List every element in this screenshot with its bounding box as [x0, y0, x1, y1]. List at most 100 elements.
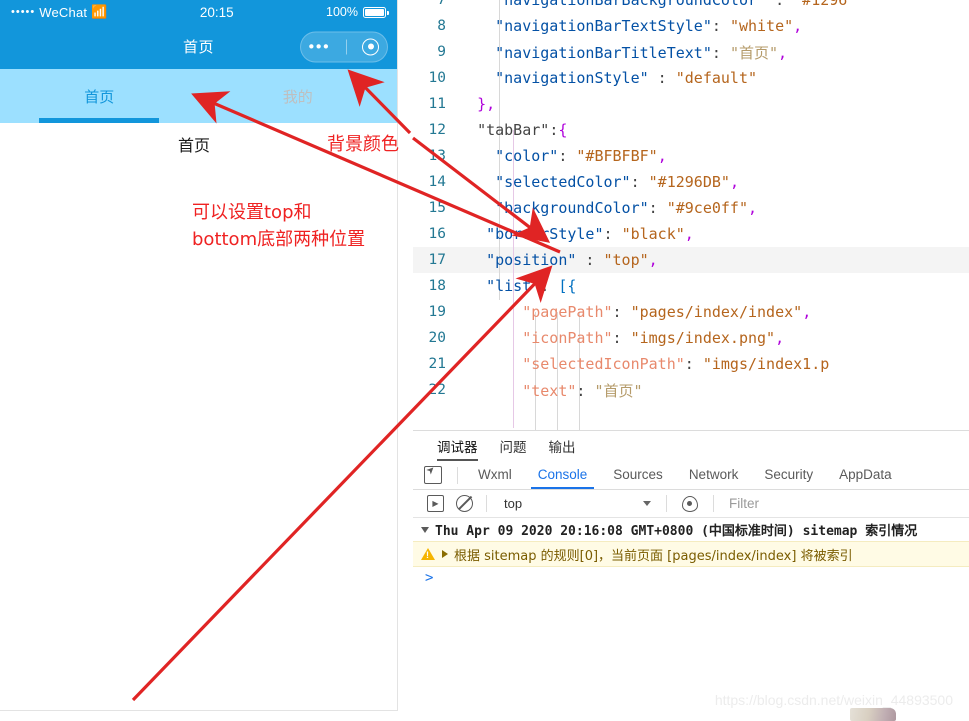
code-token: "tabBar"	[477, 121, 550, 139]
code-line-text: "navigationBarTextStyle": "white",	[459, 17, 802, 35]
code-token: ,	[793, 17, 803, 35]
console-context-value: top	[504, 496, 523, 511]
chevron-down-icon[interactable]	[643, 501, 651, 506]
code-token: ,	[684, 225, 694, 243]
carrier-label: WeChat	[39, 4, 88, 20]
console-sidebar-icon[interactable]: ▶	[427, 495, 444, 512]
code-line-text: "tabBar":{	[459, 121, 567, 139]
code-token: "首页"	[594, 381, 643, 400]
devtools-top-tabs[interactable]: 调试器 问题 输出	[413, 431, 969, 461]
position-note-line2: bottom底部两种位置	[192, 229, 366, 250]
code-line[interactable]: 10 "navigationStyle" : "default"	[413, 65, 969, 91]
code-line[interactable]: 11 },	[413, 91, 969, 117]
tab-security[interactable]: Security	[751, 462, 826, 488]
devtools-tab-output[interactable]: 输出	[549, 436, 576, 461]
code-token: :	[576, 251, 604, 269]
code-token: "首页"	[729, 43, 778, 62]
code-line[interactable]: 17 "position" : "top",	[413, 247, 969, 273]
target-circle-icon[interactable]	[362, 38, 380, 55]
clear-console-icon[interactable]	[456, 495, 473, 512]
code-token: :	[711, 43, 730, 62]
console-filter-input[interactable]: Filter	[721, 496, 759, 511]
console-group-row[interactable]: Thu Apr 09 2020 20:16:08 GMT+0800 (中国标准时…	[413, 518, 969, 541]
tab-wxml[interactable]: Wxml	[465, 462, 525, 488]
line-number: 14	[428, 174, 446, 190]
code-token: "pages/index/index"	[630, 303, 803, 321]
tabbar-item-label: 我的	[282, 88, 313, 106]
code-line-text: "text": "首页"	[459, 380, 643, 401]
code-token: "black"	[621, 225, 685, 243]
code-editor-panel[interactable]: 7 "navigationBarBackgroundColor" : "#129…	[413, 0, 969, 430]
tabbar-item-mine[interactable]: 我的	[199, 69, 398, 123]
code-token: :	[648, 199, 667, 217]
code-line[interactable]: 8 "navigationBarTextStyle": "white",	[413, 13, 969, 39]
code-token: "#BFBFBF"	[576, 147, 658, 165]
console-input-prompt[interactable]: >	[413, 567, 969, 589]
console-warning-row[interactable]: 根据 sitemap 的规则[0]，当前页面 [pages/index/inde…	[413, 541, 969, 567]
code-line-text: "selectedIconPath": "imgs/index1.p	[459, 355, 829, 373]
line-number: 17	[428, 252, 446, 268]
code-token: "imgs/index1.p	[702, 355, 830, 373]
code-token: "#1296	[793, 0, 848, 9]
devtools-panel-tabs[interactable]: Wxml Console Sources Network Security Ap…	[413, 461, 969, 490]
wechat-capsule-button[interactable]: •••	[300, 31, 388, 62]
live-expression-eye-icon[interactable]	[682, 495, 698, 512]
code-token: :	[648, 69, 676, 87]
thumbnail-image	[850, 708, 896, 721]
code-line[interactable]: 22 "text": "首页"	[413, 377, 969, 403]
code-lines-container[interactable]: 7 "navigationBarBackgroundColor" : "#129…	[413, 0, 969, 403]
code-line-text: "list": [{	[459, 277, 576, 295]
code-line[interactable]: 14 "selectedColor": "#1296DB",	[413, 169, 969, 195]
code-line-text: "navigationBarTitleText": "首页",	[459, 42, 787, 63]
code-token: :	[630, 173, 649, 191]
tab-console[interactable]: Console	[525, 462, 601, 489]
devtools-tab-debugger[interactable]: 调试器	[437, 436, 478, 461]
code-line[interactable]: 15 "backgroundColor": "#9ce0ff",	[413, 195, 969, 221]
inspect-element-icon[interactable]	[424, 466, 442, 484]
code-token: :	[766, 0, 794, 9]
code-line[interactable]: 21 "selectedIconPath": "imgs/index1.p	[413, 351, 969, 377]
code-token: },	[477, 95, 496, 113]
code-line[interactable]: 13 "color": "#BFBFBF",	[413, 143, 969, 169]
code-line[interactable]: 9 "navigationBarTitleText": "首页",	[413, 39, 969, 65]
toolbar-divider	[457, 466, 458, 484]
battery-full-icon	[363, 6, 389, 18]
code-line[interactable]: 18 "list": [{	[413, 273, 969, 299]
screenshot-root: ••••• WeChat 📶 20:15 100% 首页 ••• 首页 我的 首…	[0, 0, 969, 721]
more-dots-icon[interactable]: •••	[309, 39, 331, 54]
code-line[interactable]: 19 "pagePath": "pages/index/index",	[413, 299, 969, 325]
chevron-right-icon[interactable]	[442, 550, 448, 558]
code-line[interactable]: 12 "tabBar":{	[413, 117, 969, 143]
code-line-text: "color": "#BFBFBF",	[459, 147, 667, 165]
code-line[interactable]: 16 "borderStyle": "black",	[413, 221, 969, 247]
tab-network[interactable]: Network	[676, 462, 752, 488]
console-context-select[interactable]: top	[494, 496, 659, 511]
code-token: :	[711, 17, 730, 35]
code-token: "text"	[522, 381, 577, 400]
code-token: {	[558, 121, 568, 139]
code-token: ,	[802, 303, 812, 321]
tabbar-item-index[interactable]: 首页	[0, 69, 199, 123]
devtools-tab-problems[interactable]: 问题	[500, 436, 527, 461]
code-token: :	[684, 355, 703, 373]
code-token: "color"	[495, 147, 559, 165]
code-line-text: "position" : "top",	[459, 251, 658, 269]
code-line-text: "selectedColor": "#1296DB",	[459, 173, 739, 191]
tab-sources[interactable]: Sources	[600, 462, 676, 488]
capsule-divider	[345, 39, 347, 54]
code-line[interactable]: 20 "iconPath": "imgs/index.png",	[413, 325, 969, 351]
chevron-down-icon[interactable]	[421, 526, 429, 533]
watermark-url: https://blog.csdn.net/weixin_44893500	[714, 692, 953, 708]
console-toolbar[interactable]: ▶ top Filter	[413, 490, 969, 518]
status-bar-left: ••••• WeChat 📶	[11, 4, 108, 20]
code-line[interactable]: 7 "navigationBarBackgroundColor" : "#129…	[413, 0, 969, 13]
line-number: 10	[428, 70, 446, 86]
tab-appdata[interactable]: AppData	[826, 462, 905, 488]
line-number: 12	[428, 122, 446, 138]
